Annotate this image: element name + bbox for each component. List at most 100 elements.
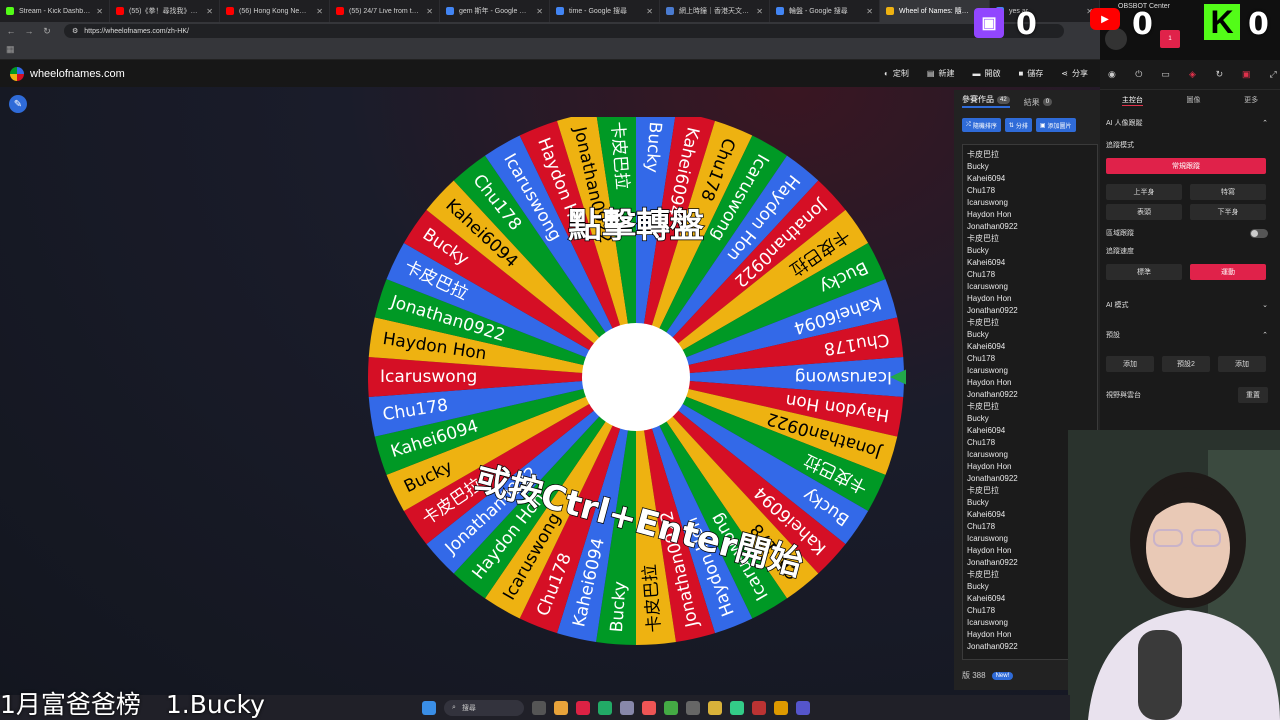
forward-icon[interactable]: → [24, 26, 34, 36]
menu-save-button[interactable]: ■ 儲存 [1018, 68, 1043, 79]
version-text: 版 388 [962, 671, 986, 680]
browser-tab[interactable]: time - Google 搜尋 ✕ [550, 0, 660, 22]
browser-tab[interactable]: yes ar✕ [990, 0, 1100, 22]
app-icon[interactable] [686, 701, 700, 715]
obsbot-toolbar: ◉ ⏻ ▭ ◈ ↻ ▣ ⤢ [1100, 60, 1280, 90]
close-tab-icon[interactable]: ✕ [756, 7, 763, 16]
entry-line: 卡皮巴拉 [967, 234, 999, 243]
lock-icon[interactable]: ▣ [1239, 68, 1253, 82]
upper-body-button[interactable]: 上半身 [1106, 184, 1182, 200]
shuffle-button[interactable]: ⤮ 隨機排序 [962, 118, 1001, 132]
taskview-icon[interactable] [532, 701, 546, 715]
refresh-icon[interactable]: ↻ [1212, 68, 1226, 82]
ai-icon[interactable]: ◈ [1186, 68, 1200, 82]
menu-palette-button[interactable]: ◐ 定制 [884, 68, 909, 79]
browser-tab[interactable]: gem 斯年 - Google 搜尋 ✕ [440, 0, 550, 22]
lower-body-button[interactable]: 下半身 [1190, 204, 1266, 220]
apps-grid-icon[interactable]: ▦ [6, 44, 15, 55]
sort-button[interactable]: ⇅ 分排 [1004, 118, 1032, 132]
app-icon[interactable] [752, 701, 766, 715]
menu-new-file-button[interactable]: ▤ 新建 [927, 68, 955, 79]
expand-icon[interactable]: ⤢ [1266, 68, 1280, 82]
edit-pencil-button[interactable]: ✎ [9, 95, 27, 113]
tab-console[interactable]: 主控台 [1121, 95, 1143, 106]
discord-icon[interactable] [796, 701, 810, 715]
tab-results[interactable]: 結果 0 [1024, 96, 1053, 108]
search-icon: ⌕ [452, 704, 456, 711]
device-badge[interactable]: 1 [1160, 30, 1180, 48]
tab-favicon-icon [336, 7, 344, 15]
menu-folder-button[interactable]: ▬ 開啟 [972, 68, 1000, 79]
entry-line: Icaruswong [967, 282, 1008, 291]
add-image-button[interactable]: ▣ 添加圖片 [1035, 118, 1076, 132]
site-info-icon[interactable]: ⚙ [72, 27, 78, 35]
tab-more[interactable]: 更多 [1244, 95, 1258, 105]
app-icon[interactable] [730, 701, 744, 715]
screen: Stream - Kick Dashboard✕(55)《拳！尋找我》2026年… [0, 0, 1280, 720]
region-tracking-toggle[interactable] [1250, 228, 1268, 238]
url-input[interactable]: ⚙ https://wheelofnames.com/zh-HK/ [64, 24, 1064, 38]
ai-tracking-section[interactable]: AI 人像跟蹤 ⌃ [1100, 114, 1280, 132]
preset-select[interactable]: 預設2 [1162, 356, 1210, 372]
close-tab-icon[interactable]: ✕ [536, 7, 543, 16]
taskbar-search[interactable]: ⌕ 搜尋 [444, 700, 524, 716]
close-tab-icon[interactable]: ✕ [206, 7, 213, 16]
tracking-speed-section: 追蹤速度 [1100, 242, 1280, 260]
wheel-center[interactable] [582, 323, 690, 431]
record-icon[interactable]: ▭ [1159, 68, 1173, 82]
sidebar-actions: ⤮ 隨機排序 ⇅ 分排 ▣ 添加圖片 [954, 108, 1100, 136]
menu-label: 新建 [938, 69, 955, 78]
close-tab-icon[interactable]: ✕ [866, 7, 873, 16]
wheel-slice-label: Icaruswong [795, 367, 892, 387]
windows-start-icon[interactable] [422, 701, 436, 715]
normal-tracking-button[interactable]: 常規跟蹤 [1106, 158, 1266, 174]
browser-tab[interactable]: 輪盤 - Google 搜尋 ✕ [770, 0, 880, 22]
browser-tab[interactable]: (55) 24/7 Live from the Inter ✕ [330, 0, 440, 22]
steam-icon[interactable] [598, 701, 612, 715]
app-icon[interactable] [620, 701, 634, 715]
close-tab-icon[interactable]: ✕ [646, 7, 653, 16]
close-up-button[interactable]: 特寫 [1190, 184, 1266, 200]
standard-speed-button[interactable]: 標準 [1106, 264, 1182, 280]
camera-icon[interactable]: ◉ [1105, 68, 1119, 82]
add-preset-button[interactable]: 添加 [1106, 356, 1154, 372]
presets-section[interactable]: 預設 ⌃ [1100, 326, 1280, 344]
ai-mode-section[interactable]: AI 模式 ⌄ [1100, 296, 1280, 314]
browser-tab[interactable]: Stream - Kick Dashboard ✕ [0, 0, 110, 22]
chrome-icon[interactable] [664, 701, 678, 715]
app-icon[interactable] [774, 701, 788, 715]
shuffle-label: 隨機排序 [972, 123, 997, 130]
browser-tab[interactable]: (55)《拳！尋找我》2026年... ✕ [110, 0, 220, 22]
firefox-icon[interactable] [642, 701, 656, 715]
entry-line: Bucky [967, 330, 989, 339]
browser-tab[interactable]: 網上時鐘｜香港天文台(HKO) ✕ [660, 0, 770, 22]
headshot-button[interactable]: 表頭 [1106, 204, 1182, 220]
close-tab-icon[interactable]: ✕ [316, 7, 323, 16]
back-icon[interactable]: ← [6, 26, 16, 36]
site-menu: ◐ 定制 ▤ 新建 ▬ 開啟 ■ 儲存 ⋖ 分享 [884, 68, 1088, 79]
obs-icon[interactable] [576, 701, 590, 715]
results-count-badge: 0 [1042, 98, 1053, 106]
wheel-of-names[interactable]: IcaruswongHaydon HonJonathan0922卡皮巴拉Buck… [366, 117, 906, 663]
reset-button[interactable]: 重置 [1238, 387, 1268, 403]
sidebar-tabs: 參賽作品 42 結果 0 [954, 90, 1100, 108]
menu-share-button[interactable]: ⋖ 分享 [1061, 68, 1088, 79]
close-tab-icon[interactable]: ✕ [96, 7, 103, 16]
folder-icon[interactable] [708, 701, 722, 715]
power-icon[interactable]: ⏻ [1132, 68, 1146, 82]
chevron-up-icon: ⌃ [1262, 120, 1268, 127]
tab-image[interactable]: 圖像 [1186, 95, 1200, 105]
new-badge[interactable]: New! [991, 671, 1014, 680]
browser-tab[interactable]: (56) Hong Kong New Year C ✕ [220, 0, 330, 22]
tab-entries[interactable]: 參賽作品 42 [962, 95, 1010, 108]
dynamic-speed-button[interactable]: 運動 [1190, 264, 1266, 280]
tab-favicon-icon [116, 7, 124, 15]
palette-icon: ◐ [884, 69, 889, 78]
close-tab-icon[interactable]: ✕ [426, 7, 433, 16]
reload-icon[interactable]: ↻ [42, 26, 52, 37]
gimbal-section[interactable]: 視野與雲台 重置 [1100, 386, 1280, 404]
webcam-feed [1068, 430, 1280, 720]
file-explorer-icon[interactable] [554, 701, 568, 715]
site-logo[interactable]: wheelofnames.com [10, 66, 125, 81]
add-preset-button-2[interactable]: 添加 [1218, 356, 1266, 372]
